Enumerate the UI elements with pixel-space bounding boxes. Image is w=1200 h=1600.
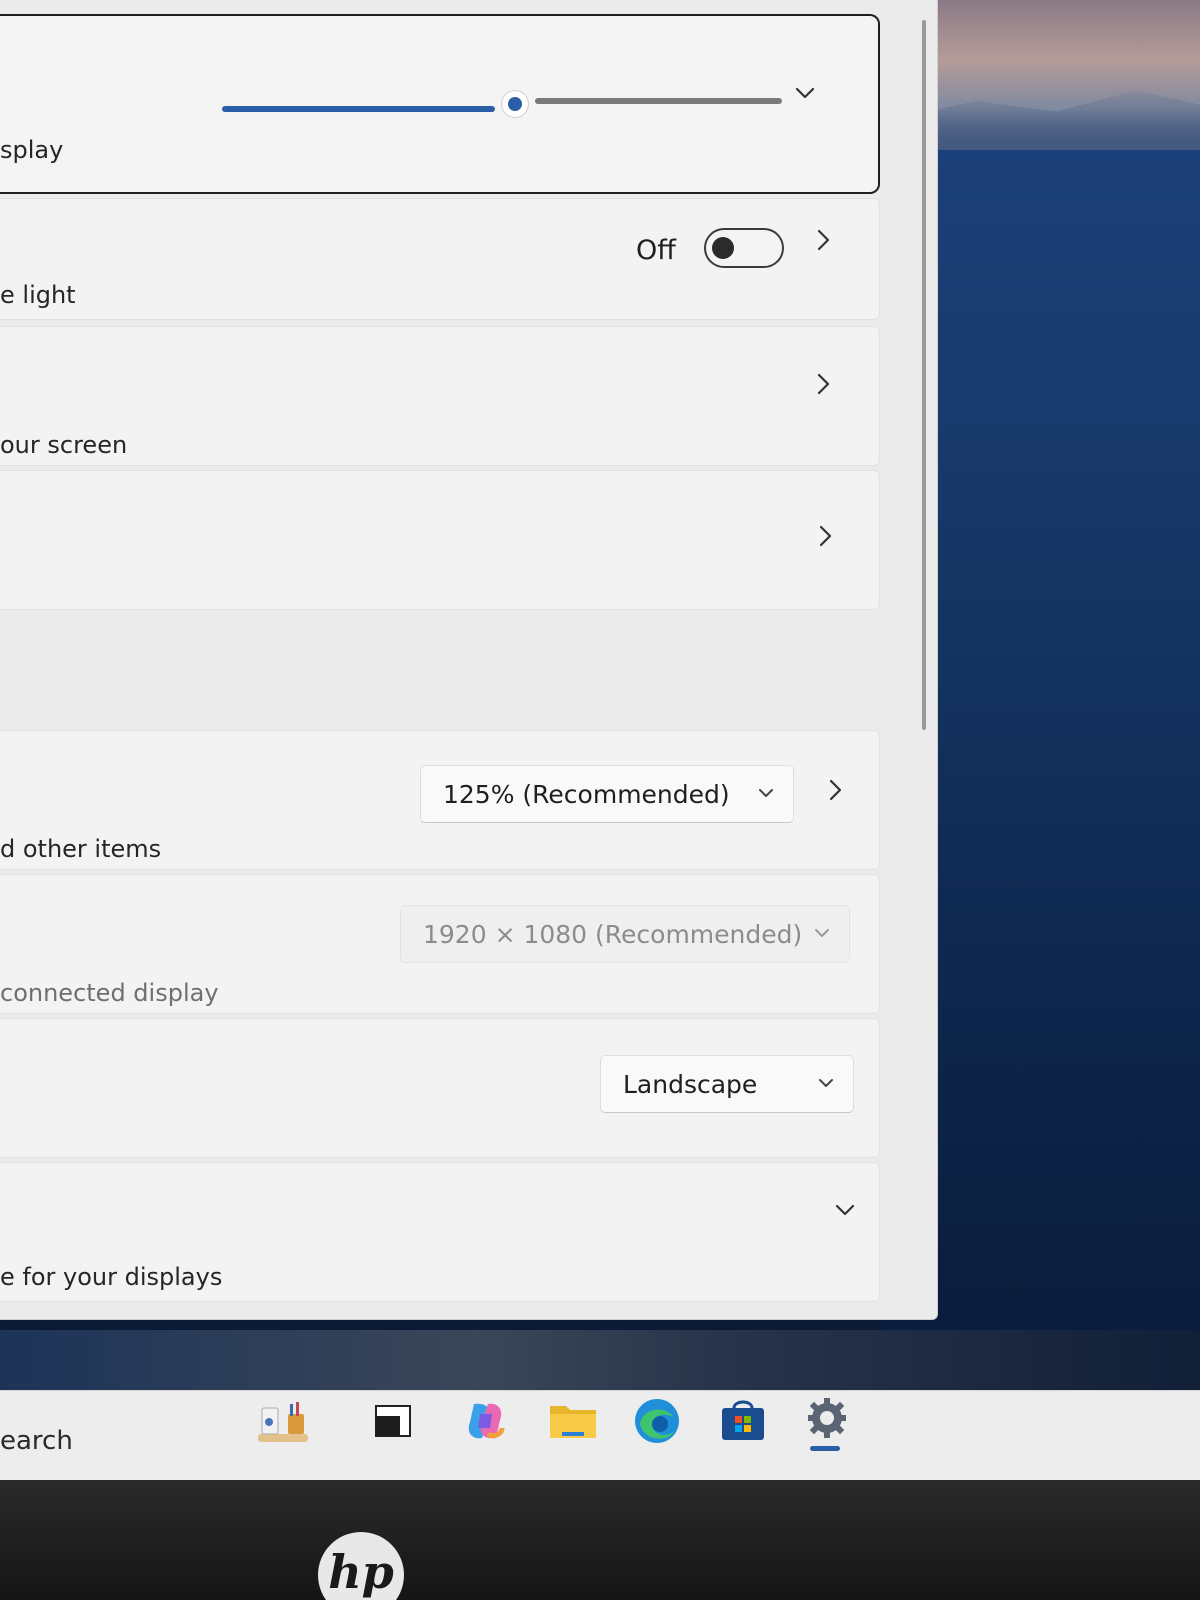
display-option-card[interactable] [0,470,880,610]
laptop-bezel [0,1480,1200,1600]
chevron-down-icon [753,780,779,806]
orientation-dropdown[interactable]: Landscape [600,1055,854,1113]
chevron-down-icon [809,920,835,946]
microsoft-store-icon[interactable] [716,1394,770,1448]
chevron-right-icon[interactable] [808,369,838,399]
settings-scrollbar[interactable] [922,20,926,730]
hdr-description: our screen [0,431,128,459]
chevron-right-icon[interactable] [808,225,838,255]
file-explorer-icon[interactable] [546,1394,600,1448]
brightness-card[interactable]: splay [0,14,880,194]
copilot-icon[interactable] [458,1394,512,1448]
scale-description: d other items [0,835,162,863]
resolution-description: connected display [0,979,219,1007]
night-light-toggle-label: Off [636,235,676,266]
chevron-down-icon [813,1070,839,1096]
chevron-right-icon[interactable] [820,775,850,805]
night-light-description: e light [0,281,76,309]
resolution-dropdown: 1920 × 1080 (Recommended) [400,905,850,963]
scale-dropdown[interactable]: 125% (Recommended) [420,765,794,823]
brightness-slider[interactable] [222,86,782,126]
settings-gear-icon[interactable] [800,1394,854,1448]
night-light-toggle[interactable] [704,228,784,268]
chevron-down-icon[interactable] [830,1195,860,1225]
multiple-displays-card[interactable]: e for your displays [0,1162,880,1302]
brightness-slider-fill [222,106,495,112]
chevron-down-icon[interactable] [790,78,820,108]
orientation-dropdown-value: Landscape [623,1070,758,1099]
brightness-slider-thumb[interactable] [501,90,529,118]
resolution-card: connected display 1920 × 1080 (Recommend… [0,874,880,1014]
taskbar-search-box[interactable]: earch [0,1426,73,1456]
multiple-displays-description: e for your displays [0,1263,223,1291]
orientation-card: Landscape [0,1018,880,1158]
widgets-icon[interactable] [256,1394,310,1448]
brightness-description: splay [0,136,64,164]
task-view-icon[interactable] [366,1394,420,1448]
active-app-indicator [810,1446,840,1451]
resolution-dropdown-value: 1920 × 1080 (Recommended) [423,920,803,949]
scale-dropdown-value: 125% (Recommended) [443,780,730,809]
chevron-right-icon[interactable] [810,521,840,551]
scale-card[interactable]: d other items 125% (Recommended) [0,730,880,870]
edge-browser-icon[interactable] [630,1394,684,1448]
taskbar [0,1390,1200,1480]
brightness-slider-track [535,98,782,104]
settings-window: splay e light Off our screen d other ite… [0,0,938,1320]
toggle-knob [712,237,734,259]
hdr-card[interactable]: our screen [0,326,880,466]
